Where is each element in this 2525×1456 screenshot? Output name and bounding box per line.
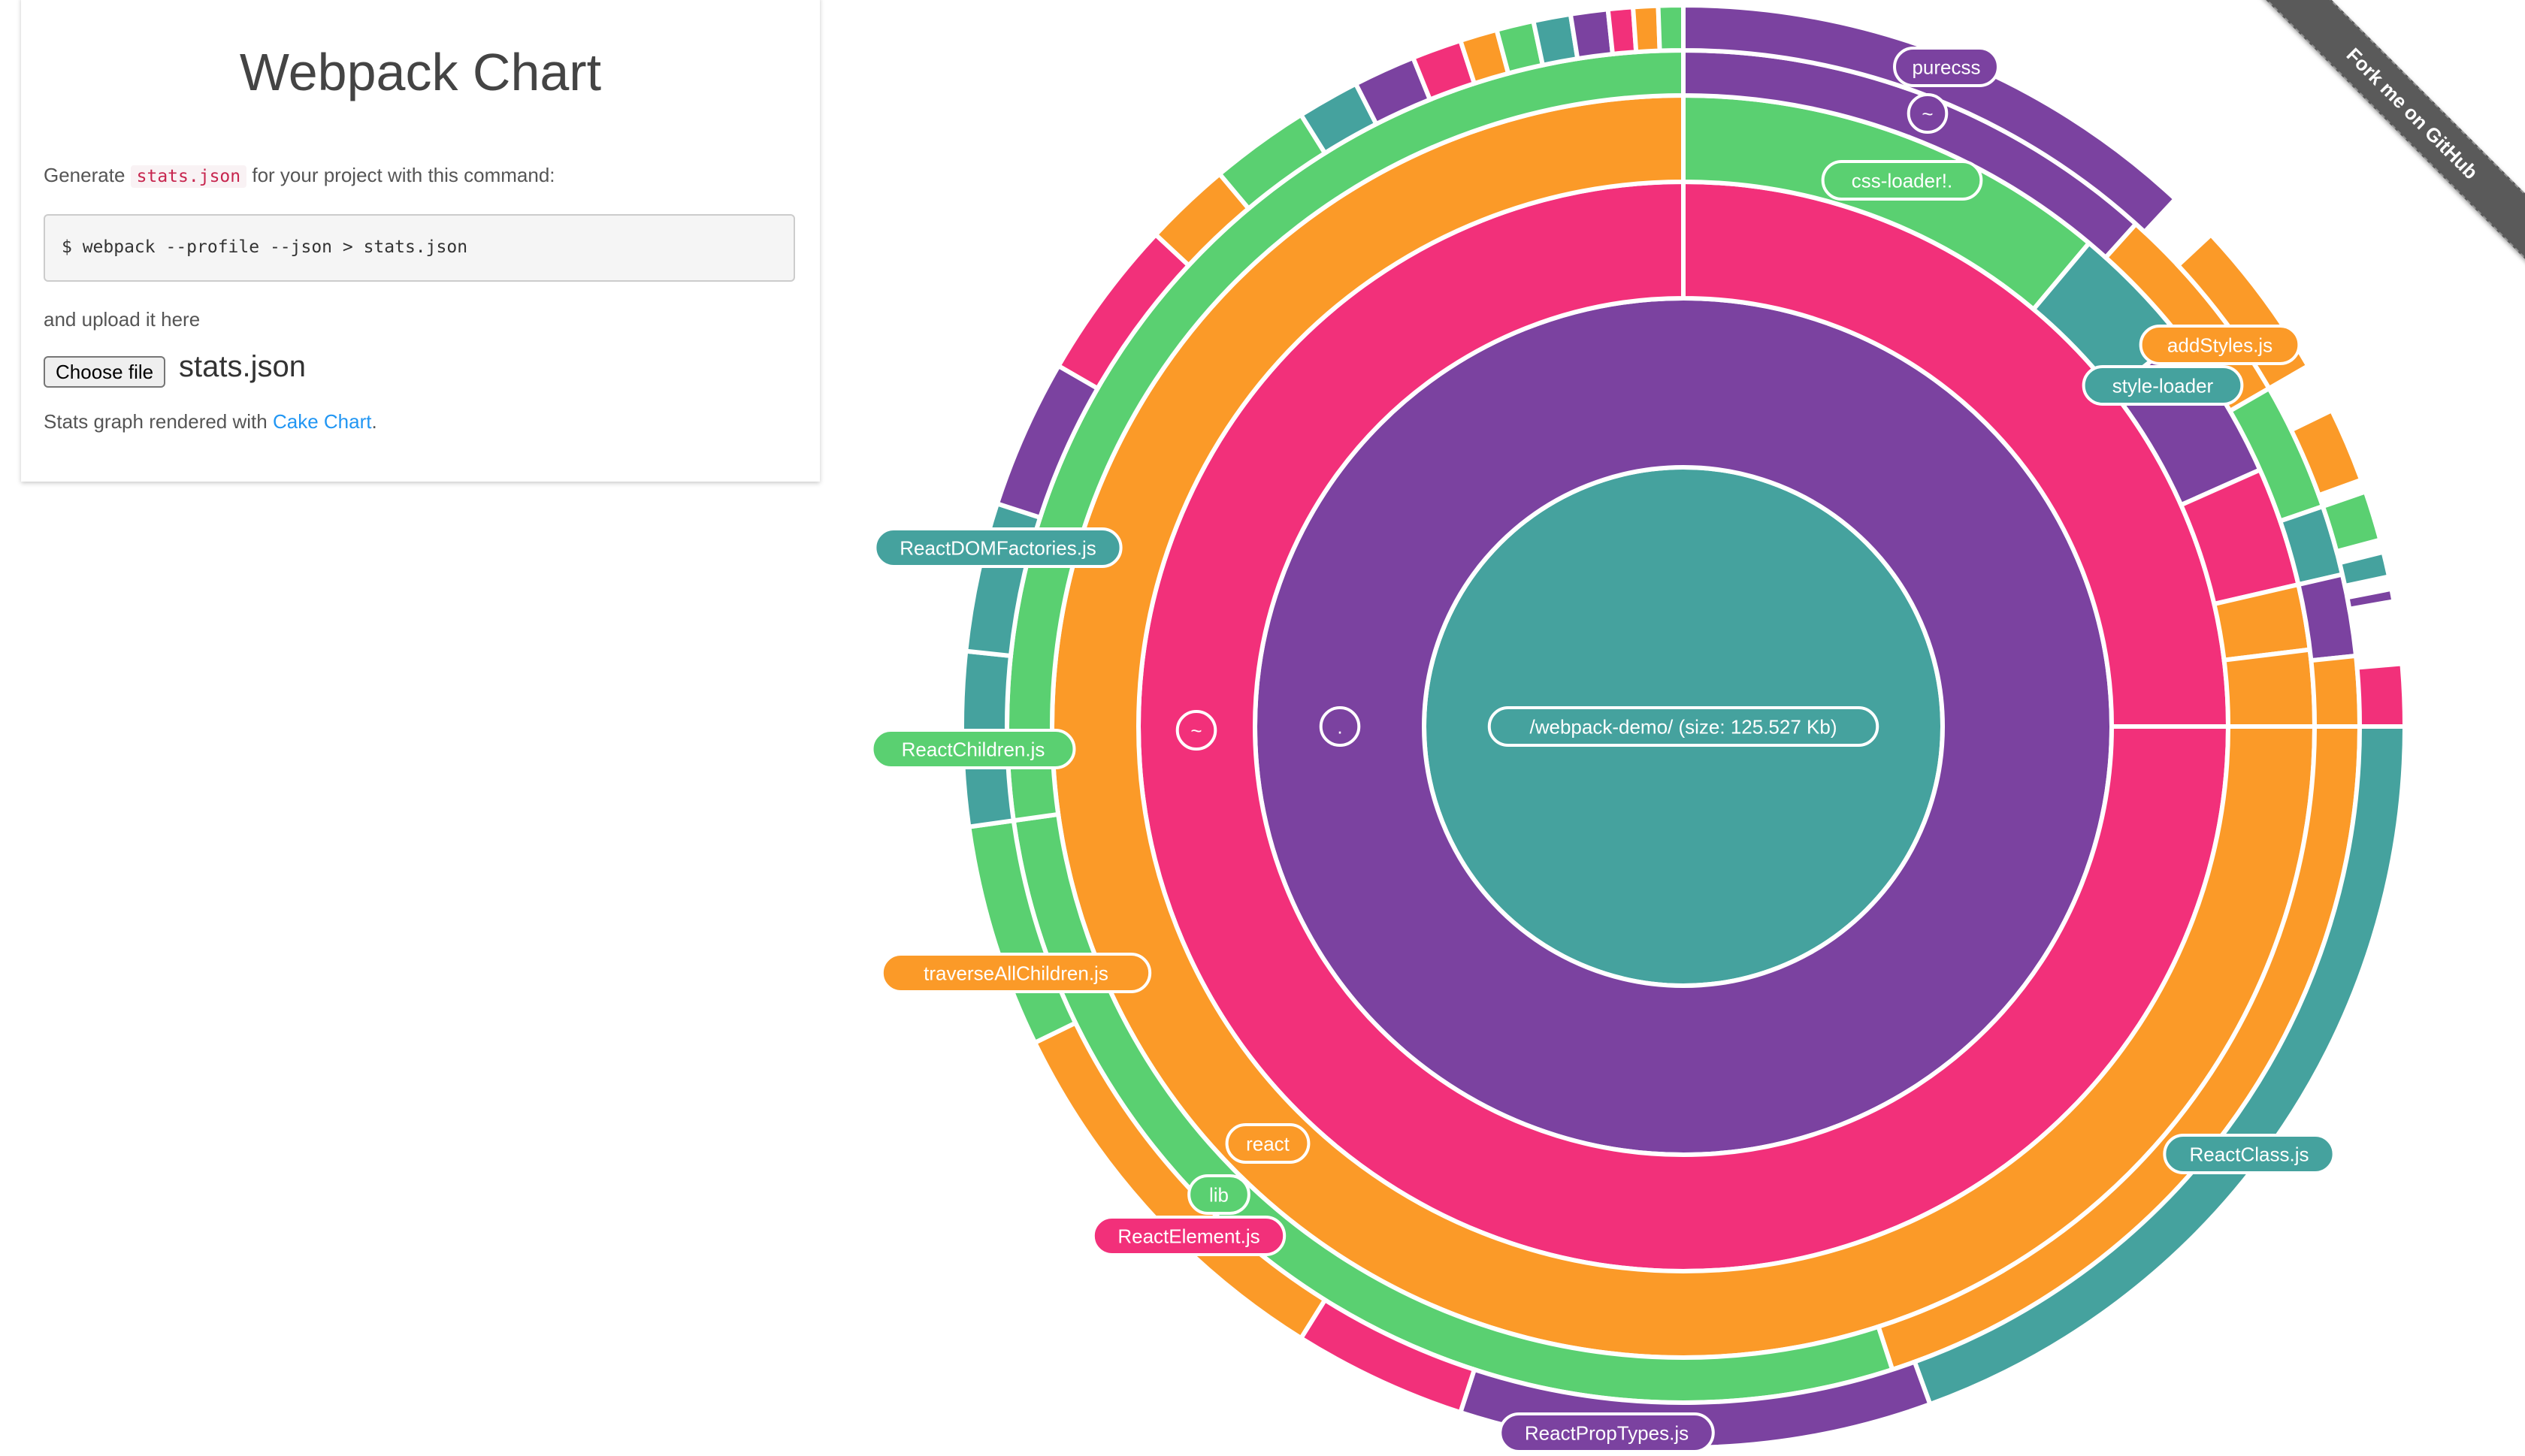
chart-label[interactable]: ReactElement.js [1091,1216,1287,1256]
chart-label[interactable]: ~ [1907,93,1949,134]
chart-segment[interactable] [2309,653,2363,729]
chart-segment[interactable] [2344,586,2396,612]
chart-label[interactable]: addStyles.js [2139,325,2301,365]
chart-label[interactable]: . [1319,706,1361,747]
chart-segment[interactable] [2354,661,2408,729]
chart-label-text: /webpack-demo/ (size: 125.527 Kb) [1530,715,1837,738]
chart-segment[interactable] [1568,6,1616,62]
chart-label-text: style-loader [2112,374,2214,397]
chart-label[interactable]: ReactPropTypes.js [1498,1412,1715,1453]
chart-label-text: ReactPropTypes.js [1525,1421,1689,1444]
chart-label-text: traverseAllChildren.js [924,962,1108,984]
chart-label-text: . [1337,715,1342,738]
chart-label[interactable]: purecss [1893,47,2000,87]
chart-label-text: purecss [1912,56,1980,78]
chart-segment[interactable] [2221,647,2318,729]
chart-label-text: addStyles.js [2167,334,2272,356]
chart-label-text: ReactElement.js [1117,1225,1259,1247]
chart-label-text: ~ [1190,719,1202,742]
chart-label[interactable]: lib [1187,1174,1250,1215]
chart-label-text: react [1246,1132,1290,1155]
chart-segment[interactable] [2336,549,2392,589]
chart-label-text: ReactChildren.js [902,738,1045,760]
chart-label-text: ~ [1922,102,1933,125]
chart-segment[interactable] [1630,3,1662,55]
chart-label[interactable]: /webpack-demo/ (size: 125.527 Kb) [1487,706,1879,747]
chart-label[interactable]: ReactClass.js [2163,1134,2336,1174]
chart-segment[interactable] [1656,2,1686,53]
chart-label-text: css-loader!. [1852,169,1952,192]
chart-label[interactable]: traverseAllChildren.js [880,953,1152,993]
chart-label-text: ReactClass.js [2190,1143,2309,1165]
chart-label[interactable]: ~ [1175,710,1217,751]
chart-label[interactable]: css-loader!. [1821,160,1983,201]
chart-label-text: lib [1209,1183,1229,1206]
chart-label[interactable]: style-loader [2082,365,2244,406]
chart-label[interactable]: react [1225,1123,1311,1164]
chart-label[interactable]: ReactDOMFactories.js [873,527,1123,568]
sunburst-chart: /webpack-demo/ (size: 125.527 Kb). ~ react… [870,2,2408,1453]
chart-label[interactable]: ReactChildren.js [870,729,1076,769]
chart-label-text: ReactDOMFactories.js [900,536,1096,559]
